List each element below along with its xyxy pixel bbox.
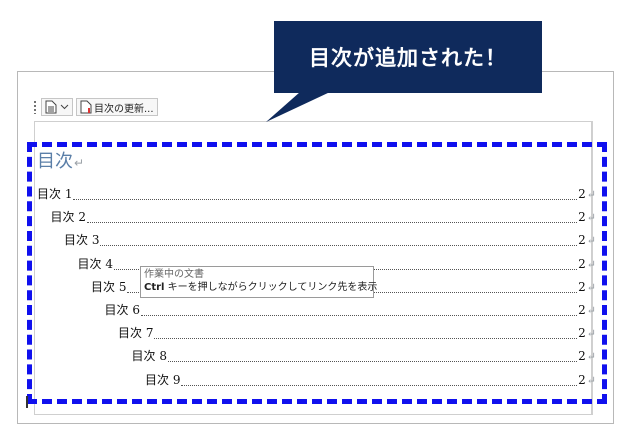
chevron-down-icon <box>60 104 69 110</box>
update-document-icon <box>80 100 92 114</box>
toc-menu-button[interactable] <box>41 98 73 116</box>
callout-text: 目次が追加された！ <box>309 46 507 70</box>
text-cursor <box>26 396 28 408</box>
drag-handle-icon[interactable] <box>33 100 37 114</box>
update-toc-button[interactable]: 目次の更新... <box>76 98 158 116</box>
highlight-box <box>27 142 607 404</box>
toc-control-toolbar: 目次の更新... <box>33 96 161 118</box>
update-toc-label: 目次の更新... <box>94 103 154 115</box>
document-icon <box>45 100 57 114</box>
annotation-callout: 目次が追加された！ <box>274 21 542 93</box>
